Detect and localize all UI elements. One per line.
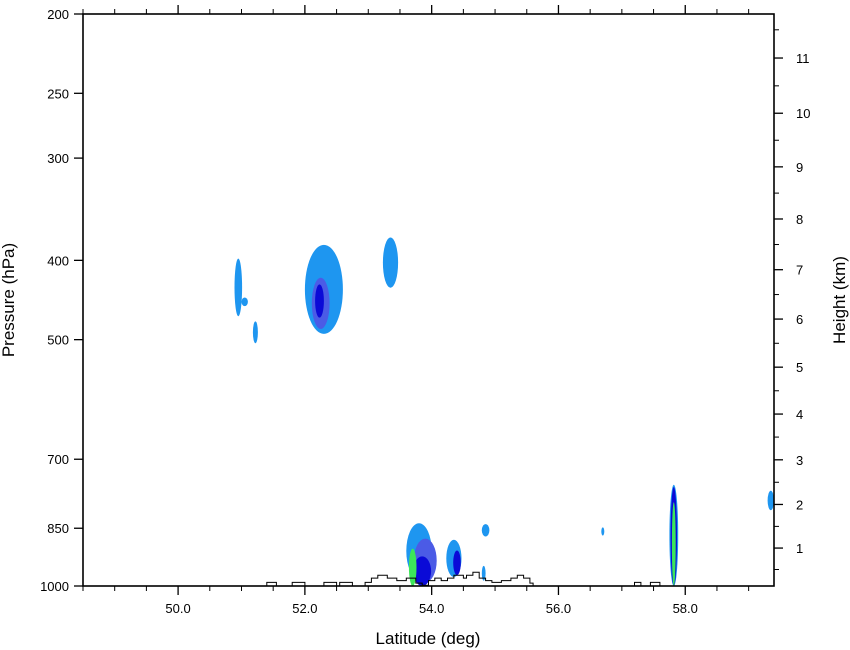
height-tick-label: 1 [796,541,803,556]
x-tick-label: 54.0 [419,601,444,616]
contour-region [481,524,490,537]
y-axis-title-right: Height (km) [830,256,849,344]
pressure-tick-label: 400 [47,253,69,268]
height-tick-label: 9 [796,160,803,175]
height-tick-label: 7 [796,263,803,278]
contour-region [241,297,248,307]
contour-region [252,321,258,344]
cross-section-chart: 50.0 52.0 54.0 56.0 58.020025030040050070085… [0,0,850,650]
contour-region [382,237,399,288]
x-tick-label: 58.0 [673,601,698,616]
contour-region [453,550,461,576]
height-tick-label: 11 [796,51,810,66]
x-tick-label: 52.0 [292,601,317,616]
x-tick-label: 56.0 [546,601,571,616]
pressure-tick-label: 1000 [40,579,69,594]
pressure-tick-label: 300 [47,151,69,166]
contour-region [315,284,324,318]
contour-region [234,258,243,317]
pressure-tick-label: 700 [47,452,69,467]
height-tick-label: 6 [796,312,803,327]
x-axis-title: Latitude (deg) [376,629,481,648]
height-tick-label: 5 [796,360,803,375]
height-tick-label: 10 [796,106,810,121]
pressure-tick-label: 200 [47,7,69,22]
contour-region [767,490,774,511]
pressure-tick-label: 500 [47,333,69,348]
contour-region [671,502,676,586]
contour-region [601,527,605,536]
y-axis-title-left: Pressure (hPa) [0,243,18,357]
height-tick-label: 2 [796,497,803,512]
height-tick-label: 3 [796,453,803,468]
pressure-tick-label: 850 [47,521,69,536]
x-tick-label: 50.0 [165,601,190,616]
height-tick-label: 4 [796,407,803,422]
height-tick-label: 8 [796,212,803,227]
pressure-tick-label: 250 [47,86,69,101]
